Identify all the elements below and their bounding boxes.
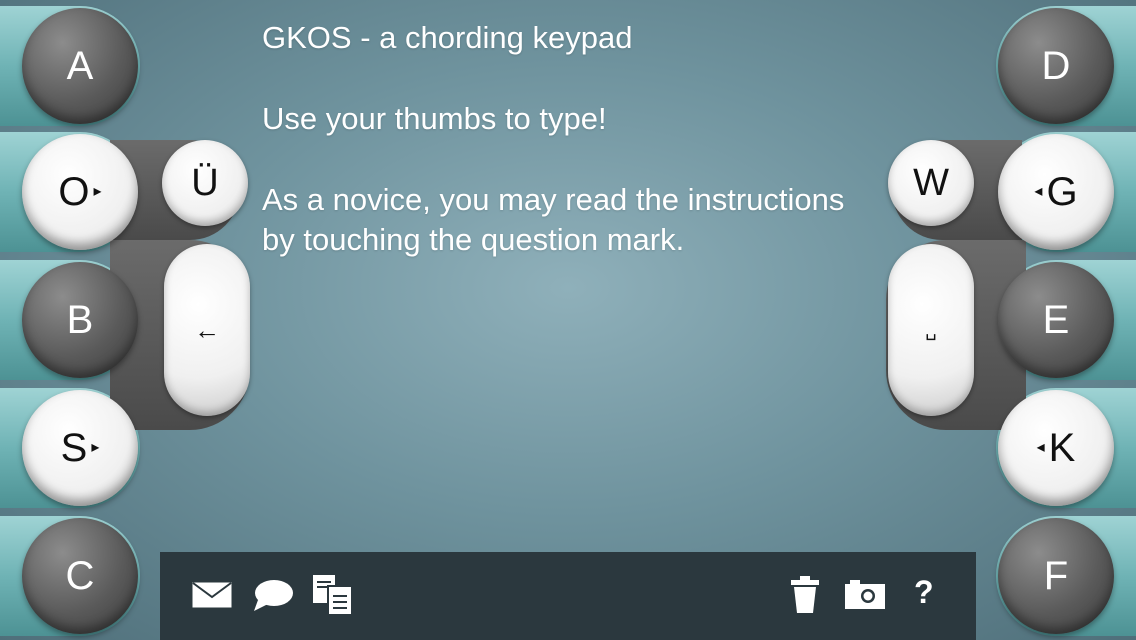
key-w-label: W: [913, 161, 949, 204]
key-g-label: G: [1046, 169, 1078, 214]
key-f[interactable]: F: [998, 518, 1114, 634]
key-a[interactable]: A: [22, 8, 138, 124]
key-s[interactable]: S ▸: [22, 390, 138, 506]
help-icon[interactable]: ?: [914, 574, 934, 611]
key-o[interactable]: O ▸: [22, 134, 138, 250]
camera-icon[interactable]: [844, 578, 886, 615]
key-e-label: E: [1042, 297, 1070, 342]
key-f-label: F: [1043, 553, 1069, 598]
key-k-label: K: [1048, 425, 1076, 470]
key-g[interactable]: ◂ G: [998, 134, 1114, 250]
instruction-line-2: As a novice, you may read the instructio…: [262, 182, 845, 257]
key-e[interactable]: E: [998, 262, 1114, 378]
text-display: GKOS - a chording keypad Use your thumbs…: [262, 18, 902, 260]
arrow-right-icon: ▸: [93, 183, 102, 200]
help-label: ?: [914, 574, 934, 610]
key-k[interactable]: ◂ K: [998, 390, 1114, 506]
key-o-label: O: [58, 169, 90, 214]
key-c[interactable]: C: [22, 518, 138, 634]
arrow-left-icon: ◂: [1036, 439, 1045, 456]
arrow-right-icon: ▸: [91, 439, 100, 456]
key-s-label: S: [60, 425, 88, 470]
key-d-label: D: [1041, 43, 1071, 88]
instruction-line-1: Use your thumbs to type!: [262, 101, 607, 136]
trash-icon[interactable]: [790, 576, 820, 619]
space-icon: ␣: [925, 319, 937, 340]
title: GKOS - a chording keypad: [262, 20, 633, 55]
backspace-icon: ←: [194, 314, 220, 345]
key-b-label: B: [66, 297, 94, 342]
mail-icon[interactable]: [192, 582, 232, 613]
key-c-label: C: [65, 553, 95, 598]
key-b[interactable]: B: [22, 262, 138, 378]
toolbar: ?: [160, 552, 976, 640]
key-space[interactable]: ␣: [888, 244, 974, 416]
key-a-label: A: [66, 43, 94, 88]
key-u-umlaut-label: Ü: [191, 161, 219, 204]
key-d[interactable]: D: [998, 8, 1114, 124]
key-u-umlaut[interactable]: Ü: [162, 140, 248, 226]
copy-icon[interactable]: [312, 574, 354, 621]
arrow-left-icon: ◂: [1034, 183, 1043, 200]
chat-icon[interactable]: [252, 578, 294, 617]
key-backspace[interactable]: ←: [164, 244, 250, 416]
